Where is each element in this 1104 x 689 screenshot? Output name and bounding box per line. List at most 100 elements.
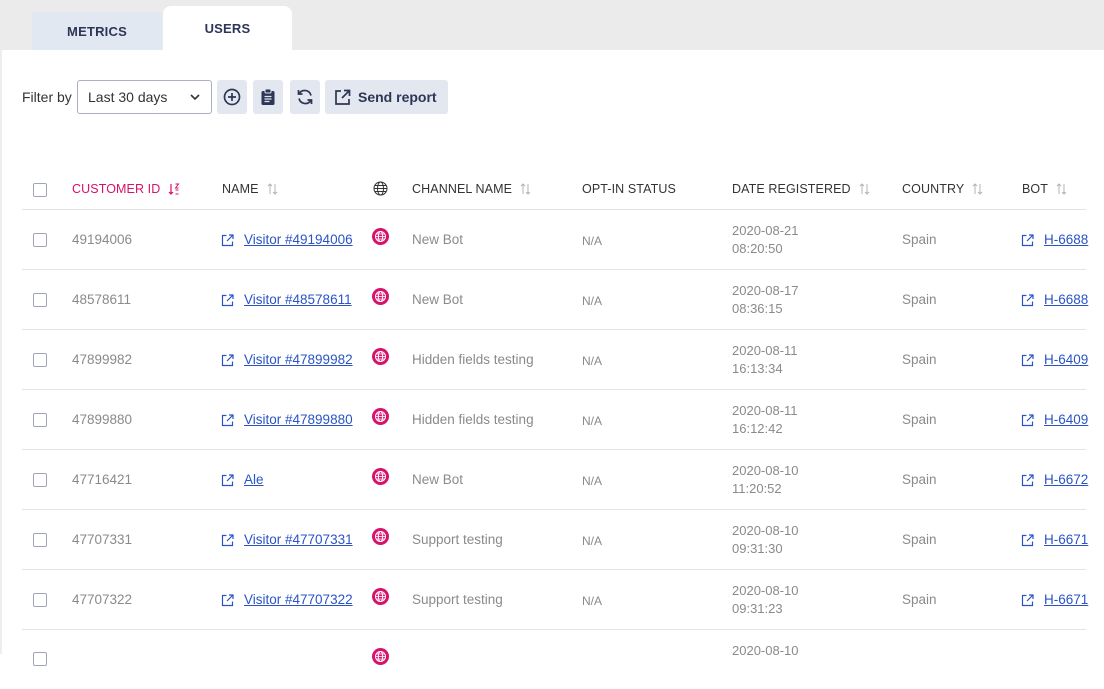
date-value: 2020-08-10 xyxy=(732,583,799,598)
table-row: 47899982 Visitor #47899982 Hidden fields t… xyxy=(22,330,1088,390)
date-registered-cell: 2020-08-10 09:31:30 xyxy=(732,522,799,558)
date-range-value: Last 30 days xyxy=(88,89,168,105)
column-label: DATE REGISTERED xyxy=(732,182,851,196)
date-value: 2020-08-10 xyxy=(732,463,799,478)
external-link-icon xyxy=(1021,294,1034,307)
row-checkbox[interactable] xyxy=(33,593,47,607)
time-value: 09:31:23 xyxy=(732,601,783,616)
optin-status-cell: N/A xyxy=(582,594,603,608)
globe-icon xyxy=(372,348,389,365)
globe-icon xyxy=(372,648,389,665)
content-border xyxy=(0,50,2,654)
bot-link[interactable]: H-6671 xyxy=(1044,592,1088,607)
column-name[interactable]: NAME xyxy=(222,182,278,196)
column-optin-status: OPT-IN STATUS xyxy=(582,182,676,196)
time-value: 16:13:34 xyxy=(732,361,783,376)
row-checkbox[interactable] xyxy=(33,233,47,247)
customer-name-link[interactable]: Visitor #47707322 xyxy=(244,592,353,607)
globe-icon xyxy=(372,408,389,425)
column-label: CHANNEL NAME xyxy=(412,182,513,196)
date-range-select[interactable]: Last 30 days xyxy=(77,80,212,114)
select-all-checkbox[interactable] xyxy=(33,183,47,197)
column-label: NAME xyxy=(222,182,259,196)
channel-name-cell: New Bot xyxy=(412,472,464,487)
table-row: 47716421 Ale New Bot N/A 2020-08-10 11:20:52 S… xyxy=(22,450,1088,510)
bot-link[interactable]: H-6671 xyxy=(1044,532,1088,547)
bot-link[interactable]: H-6688 xyxy=(1044,232,1088,247)
row-checkbox[interactable] xyxy=(33,533,47,547)
globe-icon xyxy=(372,288,389,305)
column-country[interactable]: COUNTRY xyxy=(902,182,983,196)
column-label: OPT-IN STATUS xyxy=(582,182,676,196)
date-value: 2020-08-10 xyxy=(732,523,799,538)
date-registered-cell: 2020-08-10 xyxy=(732,642,799,660)
bot-link[interactable]: H-6672 xyxy=(1044,472,1088,487)
row-checkbox[interactable] xyxy=(33,293,47,307)
date-value: 2020-08-11 xyxy=(732,343,798,358)
customer-name-link[interactable]: Ale xyxy=(244,472,264,487)
column-bot[interactable]: BOT xyxy=(1022,182,1067,196)
channel-name-cell: Support testing xyxy=(412,532,503,547)
channel-name-cell: New Bot xyxy=(412,292,464,307)
row-checkbox[interactable] xyxy=(33,652,47,666)
table-row: 47707331 Visitor #47707331 Support testing… xyxy=(22,510,1088,570)
optin-status-cell: N/A xyxy=(582,294,603,308)
optin-status-cell: N/A xyxy=(582,534,603,548)
customer-id-cell: 47899880 xyxy=(72,412,133,427)
country-cell: Spain xyxy=(902,232,937,247)
external-link-icon xyxy=(1021,594,1034,607)
add-button[interactable] xyxy=(217,80,247,114)
external-link-icon xyxy=(1021,474,1034,487)
date-value: 2020-08-17 xyxy=(732,283,799,298)
time-value: 11:20:52 xyxy=(732,481,782,496)
external-link-icon xyxy=(221,414,234,427)
date-registered-cell: 2020-08-10 11:20:52 xyxy=(732,462,799,498)
external-link-icon xyxy=(221,534,234,547)
channel-name-cell: Hidden fields testing xyxy=(412,412,534,427)
customer-name-link[interactable]: Visitor #47899982 xyxy=(244,352,353,367)
globe-icon xyxy=(372,588,389,605)
sort-icon xyxy=(859,183,870,195)
country-cell: Spain xyxy=(902,472,937,487)
tab-users[interactable]: USERS xyxy=(163,6,292,50)
refresh-button[interactable] xyxy=(290,80,320,114)
country-cell: Spain xyxy=(902,412,937,427)
send-report-button[interactable]: Send report xyxy=(325,80,448,114)
customer-name-link[interactable]: Visitor #48578611 xyxy=(244,292,352,307)
row-checkbox[interactable] xyxy=(33,413,47,427)
customer-id-cell: 47707322 xyxy=(72,592,133,607)
chevron-down-icon xyxy=(190,94,200,101)
customer-name-link[interactable]: Visitor #47707331 xyxy=(244,532,353,547)
external-link-icon xyxy=(221,594,234,607)
time-value: 08:36:15 xyxy=(732,301,783,316)
column-customer-id[interactable]: CUSTOMER ID xyxy=(72,182,180,196)
external-link-icon xyxy=(1021,534,1034,547)
row-checkbox[interactable] xyxy=(33,353,47,367)
tab-metrics[interactable]: METRICS xyxy=(32,12,162,50)
date-registered-cell: 2020-08-10 09:31:23 xyxy=(732,582,799,618)
column-channel-name[interactable]: CHANNEL NAME xyxy=(412,182,531,196)
bot-link[interactable]: H-6409 xyxy=(1044,412,1088,427)
plus-circle-icon xyxy=(223,88,241,106)
optin-status-cell: N/A xyxy=(582,234,603,248)
time-value: 16:12:42 xyxy=(732,421,783,436)
row-checkbox[interactable] xyxy=(33,473,47,487)
external-link-icon xyxy=(1021,234,1034,247)
send-report-label: Send report xyxy=(358,89,437,105)
sort-icon xyxy=(267,183,277,195)
clipboard-button[interactable] xyxy=(253,80,283,114)
optin-status-cell: N/A xyxy=(582,414,603,428)
bot-link[interactable]: H-6409 xyxy=(1044,352,1088,367)
table-row: 48578611 Visitor #48578611 New Bot N/A 2020-… xyxy=(22,270,1088,330)
bot-link[interactable]: H-6688 xyxy=(1044,292,1088,307)
country-cell: Spain xyxy=(902,532,937,547)
external-link-icon xyxy=(221,354,234,367)
sort-icon xyxy=(972,183,983,195)
external-link-icon xyxy=(1021,354,1034,367)
customer-name-link[interactable]: Visitor #47899880 xyxy=(244,412,353,427)
table-header: CUSTOMER ID NAME CHANNEL NAME OPT-IN STA… xyxy=(22,168,1086,210)
channel-name-cell: Support testing xyxy=(412,592,503,607)
customer-name-link[interactable]: Visitor #49194006 xyxy=(244,232,353,247)
external-link-icon xyxy=(221,234,234,247)
column-date-registered[interactable]: DATE REGISTERED xyxy=(732,182,870,196)
